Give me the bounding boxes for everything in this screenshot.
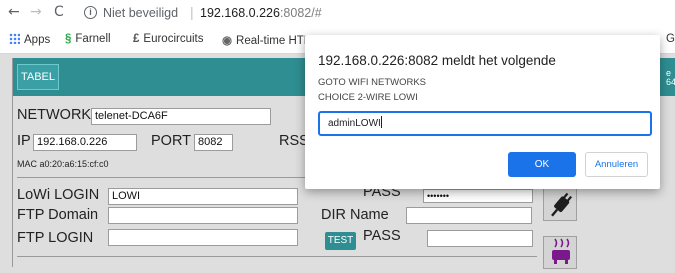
bookmark-label: Eurocircuits — [143, 33, 204, 45]
header-right-text: e 64 — [666, 69, 675, 87]
ftp-domain-input[interactable] — [108, 207, 298, 224]
mac-value: a0:20:a6:15:cf:c0 — [39, 159, 109, 169]
bookmark-farnell[interactable]: § Farnell — [65, 33, 111, 45]
dir-name-label: DIR Name — [321, 207, 389, 223]
test-button[interactable]: TEST — [325, 232, 356, 250]
ip-label: IP — [17, 133, 31, 149]
port-input[interactable]: 8082 — [194, 134, 233, 151]
reload-icon[interactable]: C — [54, 4, 64, 20]
ftp-login-label: FTP LOGIN — [17, 230, 94, 246]
dialog-input[interactable]: adminLOWI — [318, 111, 652, 136]
forward-arrow-icon[interactable]: → — [30, 4, 42, 20]
cancel-button[interactable]: Annuleren — [585, 152, 648, 177]
lowi-pass-input[interactable]: ••••••• — [423, 189, 533, 203]
url-rest: :8082/# — [279, 6, 322, 20]
mac-label: MAC — [17, 159, 37, 169]
apps-grid-icon — [9, 33, 20, 44]
address-separator: | — [190, 4, 194, 20]
browser-toolbar: ← → C i Niet beveiligd | 192.168.0.226:8… — [0, 0, 675, 28]
dialog-title: 192.168.0.226:8082 meldt het volgende — [318, 53, 556, 68]
bookmark-apps[interactable]: Apps — [9, 33, 50, 46]
eurocircuits-icon: £ — [133, 33, 140, 45]
tabel-button[interactable]: TABEL — [17, 64, 59, 90]
mac-line: MAC a0:20:a6:15:cf:c0 — [17, 159, 109, 169]
globe-icon: ◉ — [222, 35, 233, 47]
plug-button[interactable] — [543, 188, 577, 221]
address-bar[interactable]: 192.168.0.226:8082/# — [200, 6, 322, 20]
ftp-login-input[interactable] — [108, 229, 298, 246]
header-right-line: 64 — [665, 77, 675, 87]
heater-icon — [552, 238, 570, 264]
back-arrow-icon[interactable]: ← — [8, 4, 20, 20]
network-input[interactable]: telenet-DCA6F — [91, 108, 271, 125]
bookmark-overflow[interactable]: G — [666, 33, 675, 45]
lowi-login-input[interactable]: LOWI — [108, 188, 298, 205]
security-label[interactable]: Niet beveiligd — [103, 6, 178, 20]
info-icon[interactable]: i — [84, 6, 97, 19]
alert-dialog: 192.168.0.226:8082 meldt het volgende GO… — [305, 35, 660, 189]
ip-input[interactable]: 192.168.0.226 — [33, 134, 137, 151]
dir-name-input[interactable] — [406, 207, 532, 224]
heater-button[interactable] — [543, 236, 577, 269]
icon-sidebar — [541, 188, 579, 269]
section-divider — [17, 256, 537, 257]
farnell-icon: § — [65, 33, 72, 45]
plug-icon — [551, 192, 573, 217]
dialog-message-line: GOTO WIFI NETWORKS — [318, 77, 427, 88]
ftp-pass-label: PASS — [363, 228, 401, 244]
bookmark-eurocircuits[interactable]: £ Eurocircuits — [133, 33, 203, 45]
bookmark-label: Farnell — [75, 33, 111, 45]
network-label: NETWORK — [17, 107, 92, 123]
ok-button[interactable]: OK — [508, 152, 576, 177]
ftp-domain-label: FTP Domain — [17, 207, 99, 223]
text-caret — [380, 116, 382, 128]
lowi-login-label: LoWi LOGIN — [17, 187, 100, 203]
ftp-pass-input[interactable] — [427, 230, 533, 247]
url-host: 192.168.0.226 — [200, 6, 280, 20]
port-label: PORT — [151, 133, 192, 149]
dialog-input-value: adminLOWI — [328, 118, 381, 129]
bookmark-label: Apps — [24, 34, 51, 46]
dialog-message-line: CHOICE 2-WIRE LOWI — [318, 92, 418, 103]
